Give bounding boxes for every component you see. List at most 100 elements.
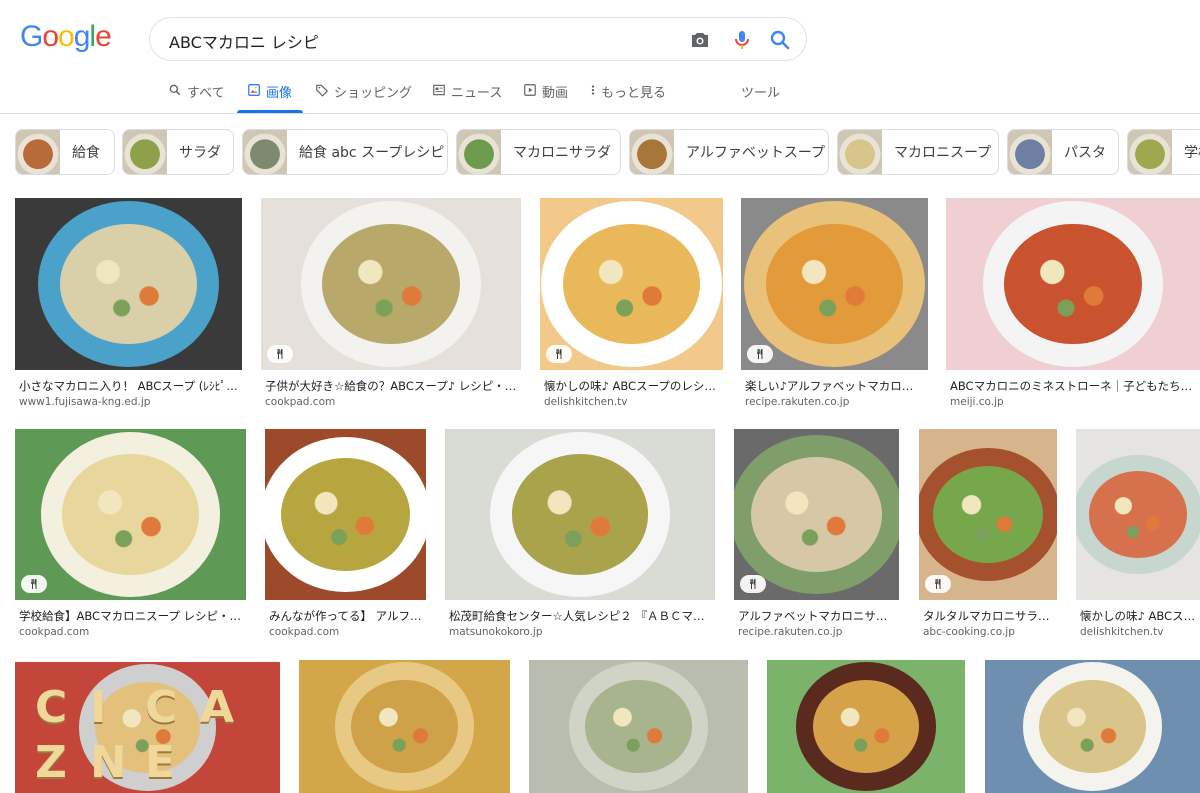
- result-thumbnail[interactable]: [919, 429, 1057, 600]
- soup-shape: [562, 223, 701, 345]
- result-thumbnail[interactable]: [985, 660, 1200, 793]
- result-source[interactable]: www1.fujisawa-kng.ed.jp: [19, 396, 238, 408]
- result-thumbnail[interactable]: [540, 198, 723, 370]
- result-thumbnail[interactable]: [15, 429, 246, 600]
- image-result[interactable]: みんなが作ってる】 アルフ… cookpad.com: [265, 429, 426, 646]
- chip-thumbnail: [243, 130, 287, 174]
- image-result[interactable]: 子供が大好き☆給食の？ABCスープ♪ レシピ・… cookpad.com: [261, 198, 521, 416]
- image-result[interactable]: [529, 660, 748, 793]
- result-title[interactable]: 懐かしの味♪ ABCスープのレシ…: [544, 378, 719, 394]
- image-result[interactable]: タルタルマカロニサラ… abc-cooking.co.jp: [919, 429, 1057, 646]
- result-source[interactable]: abc-cooking.co.jp: [923, 626, 1053, 638]
- camera-icon[interactable]: [688, 28, 712, 52]
- search-header: Google ABCマカロニ レシピ すべて 画像 ショッピング ニュース 動画 もっと見…: [0, 0, 1200, 114]
- result-thumbnail[interactable]: [261, 198, 521, 370]
- search-icon[interactable]: [768, 28, 792, 52]
- google-logo[interactable]: Google: [20, 20, 112, 54]
- related-search-chip[interactable]: サラダ: [122, 129, 234, 175]
- image-result[interactable]: [299, 660, 510, 793]
- related-search-chip[interactable]: 給食 abc スープレシピ: [242, 129, 448, 175]
- image-result[interactable]: [985, 660, 1200, 793]
- result-thumbnail[interactable]: [946, 198, 1200, 370]
- tag-icon: [315, 82, 334, 101]
- result-title[interactable]: 楽しい♪アルファベットマカロニ…: [745, 378, 924, 394]
- result-source[interactable]: cookpad.com: [265, 396, 517, 408]
- result-thumbnail[interactable]: [767, 660, 965, 793]
- result-source[interactable]: recipe.rakuten.co.jp: [738, 626, 895, 638]
- image-result[interactable]: CICAZNE: [15, 662, 280, 793]
- tab-all[interactable]: すべて: [168, 82, 225, 114]
- more-vert-icon: [590, 82, 601, 101]
- result-thumbnail[interactable]: [529, 660, 748, 793]
- soup-shape: [932, 466, 1044, 563]
- tab-videos[interactable]: 動画: [523, 82, 568, 114]
- result-title[interactable]: ABCマカロニのミネストローネ｜子どもたちが…: [950, 378, 1196, 394]
- tab-shopping[interactable]: ショッピング: [315, 82, 412, 114]
- result-source[interactable]: recipe.rakuten.co.jp: [745, 396, 924, 408]
- image-result[interactable]: 学校給食】ABCマカロニスープ レシピ・… cookpad.com: [15, 429, 246, 646]
- related-search-chip[interactable]: パスタ: [1007, 129, 1119, 175]
- result-title[interactable]: 学校給食】ABCマカロニスープ レシピ・…: [19, 608, 242, 624]
- chip-thumbnail: [16, 130, 60, 174]
- result-title[interactable]: みんなが作ってる】 アルフ…: [269, 608, 422, 624]
- result-thumbnail[interactable]: [445, 429, 715, 600]
- tab-news[interactable]: ニュース: [432, 82, 502, 114]
- tab-label: すべて: [187, 86, 225, 101]
- macaroni-letter: A: [200, 682, 235, 733]
- fork-knife-icon: [757, 349, 763, 359]
- related-search-chip[interactable]: 給食: [15, 129, 115, 175]
- result-thumbnail[interactable]: [265, 429, 426, 600]
- macaroni-letter: C: [35, 682, 68, 733]
- result-thumbnail[interactable]: [734, 429, 899, 600]
- related-search-chip[interactable]: マカロニスープ: [837, 129, 999, 175]
- image-result[interactable]: 小さなマカロニ入り！ ABCスープ (ﾚｼﾋﾟ)… www1.fujisawa-k…: [15, 198, 242, 416]
- related-search-chip[interactable]: マカロニサラダ: [456, 129, 621, 175]
- image-result[interactable]: アルファベットマカロニサラ… recipe.rakuten.co.jp: [734, 429, 899, 646]
- result-source[interactable]: cookpad.com: [269, 626, 422, 638]
- result-thumbnail[interactable]: [15, 198, 242, 370]
- result-title[interactable]: タルタルマカロニサラ…: [923, 608, 1053, 624]
- image-result[interactable]: ABCマカロニのミネストローネ｜子どもたちが… meiji.co.jp: [946, 198, 1200, 416]
- result-title[interactable]: 子供が大好き☆給食の？ABCスープ♪ レシピ・…: [265, 378, 517, 394]
- chip-thumbnail: [457, 130, 501, 174]
- chip-label: 給食 abc スープレシピ: [299, 145, 445, 161]
- soup-shape: [1039, 679, 1146, 774]
- image-result[interactable]: 松茂町給食センター☆人気レシピ２ 『ＡＢＣマ… matsunokokoro.jp: [445, 429, 715, 646]
- chip-label: サラダ: [179, 145, 221, 161]
- result-title[interactable]: 小さなマカロニ入り！ ABCスープ (ﾚｼﾋﾟ)…: [19, 378, 238, 394]
- soup-shape: [1088, 470, 1188, 559]
- result-thumbnail[interactable]: [299, 660, 510, 793]
- related-search-chip[interactable]: 学校: [1127, 129, 1200, 175]
- result-source[interactable]: matsunokokoro.jp: [449, 626, 711, 638]
- image-result[interactable]: 楽しい♪アルファベットマカロニ… recipe.rakuten.co.jp: [741, 198, 928, 416]
- result-title[interactable]: 松茂町給食センター☆人気レシピ２ 『ＡＢＣマ…: [449, 608, 711, 624]
- chip-thumbnail: [1128, 130, 1172, 174]
- search-input[interactable]: ABCマカロニ レシピ: [169, 29, 319, 53]
- result-title[interactable]: 懐かしの味♪ ABCスープ: [1080, 608, 1196, 624]
- logo-letter: G: [20, 20, 43, 53]
- search-box[interactable]: ABCマカロニ レシピ: [149, 17, 807, 61]
- image-result[interactable]: [767, 660, 965, 793]
- related-search-chip[interactable]: アルファベットスープ: [629, 129, 829, 175]
- result-source[interactable]: delishkitchen.tv: [544, 396, 719, 408]
- result-source[interactable]: delishkitchen.tv: [1080, 626, 1196, 638]
- result-source[interactable]: cookpad.com: [19, 626, 242, 638]
- soup-shape: [765, 223, 904, 345]
- macaroni-letter: C: [145, 682, 178, 733]
- result-thumbnail[interactable]: [1076, 429, 1200, 600]
- logo-letter: o: [42, 20, 59, 53]
- logo-letter: g: [73, 20, 91, 53]
- chip-label: パスタ: [1064, 145, 1106, 161]
- result-thumbnail[interactable]: [741, 198, 928, 370]
- microphone-icon[interactable]: [730, 28, 754, 52]
- chip-label: 学校: [1184, 145, 1200, 161]
- macaroni-letter: N: [90, 737, 127, 788]
- result-source[interactable]: meiji.co.jp: [950, 396, 1196, 408]
- image-result[interactable]: 懐かしの味♪ ABCスープのレシ… delishkitchen.tv: [540, 198, 723, 416]
- result-title[interactable]: アルファベットマカロニサラ…: [738, 608, 895, 624]
- tab-more[interactable]: もっと見る: [590, 82, 666, 114]
- result-thumbnail[interactable]: CICAZNE: [15, 662, 280, 793]
- tab-tools[interactable]: ツール: [741, 82, 780, 114]
- tab-label: ショッピング: [334, 86, 413, 101]
- image-result[interactable]: 懐かしの味♪ ABCスープ delishkitchen.tv: [1076, 429, 1200, 646]
